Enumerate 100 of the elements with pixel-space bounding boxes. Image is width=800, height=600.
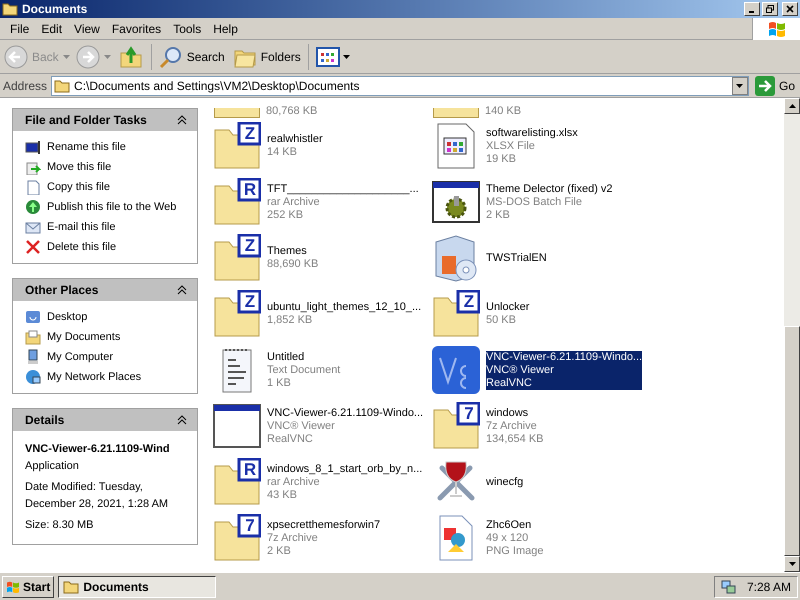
folder-icon-bottom (433, 108, 479, 118)
file-name: windows_8_1_start_orb_by_n... (267, 462, 422, 476)
file-name: TFT____________________... (267, 182, 419, 196)
address-field[interactable]: C:\Documents and Settings\VM2\Desktop\Documents (51, 76, 749, 96)
file-label[interactable]: windows 7z Archive 134,654 KB (486, 406, 544, 446)
panel-title: Details (25, 412, 64, 429)
collapse-icon[interactable] (177, 415, 187, 425)
close-button[interactable] (782, 2, 798, 16)
close-icon (786, 5, 794, 13)
details-size: Size: 8.30 MB (25, 518, 94, 533)
dropdown-arrow-icon (736, 84, 744, 88)
details-modified: Date Modified: Tuesday, December 28, 2021, 1:28 AM (25, 480, 170, 512)
up-folder-icon (118, 44, 143, 68)
panel-title: File and Folder Tasks (25, 112, 147, 129)
file-size[interactable]: 80,768 KB (266, 105, 318, 118)
search-button[interactable]: Search (156, 42, 228, 72)
up-arrow-icon (788, 104, 796, 108)
file-size[interactable]: 140 KB (485, 105, 522, 118)
copy-file-icon (25, 179, 41, 195)
windows-flag-icon (6, 580, 20, 592)
panel-header[interactable]: File and Folder Tasks (13, 109, 197, 131)
folders-button[interactable]: Folders (230, 42, 304, 72)
file-label[interactable]: Themes 88,690 KB (267, 245, 318, 271)
task-link[interactable]: Rename this file (47, 138, 126, 156)
file-info: RealVNC (267, 432, 314, 446)
globe-icon (25, 199, 41, 215)
task-link[interactable]: Copy this file (47, 178, 110, 196)
file-label[interactable]: Zhc6Oen 49 x 120 PNG Image (486, 518, 544, 558)
file-info: 1,852 KB (267, 314, 314, 327)
scrollbar[interactable] (784, 98, 800, 572)
menu-item[interactable]: Favorites (106, 20, 168, 38)
file-label[interactable]: Theme Delector (fixed) v2 MS-DOS Batch File 2 KB (486, 182, 613, 222)
task-link[interactable]: Desktop (47, 308, 88, 326)
file-info: 7z Archive (267, 532, 319, 544)
start-button[interactable]: Start (2, 576, 54, 598)
file-info: 134,654 KB (486, 432, 544, 446)
task-link[interactable]: Publish this file to the Web (47, 198, 176, 216)
task-link[interactable]: My Documents (47, 328, 120, 346)
minimize-button[interactable] (744, 2, 760, 16)
file-label[interactable]: realwhistler 14 KB (267, 133, 323, 159)
dropdown-arrow-icon (104, 54, 111, 58)
file-label[interactable]: TFT____________________... rar Archive 252 KB (267, 182, 419, 222)
file-label[interactable]: softwarelisting.xlsx XLSX File 19 KB (486, 126, 578, 166)
taskbar-button[interactable]: Documents (58, 576, 216, 598)
computer-icon (25, 349, 41, 365)
task-link[interactable]: My Network Places (47, 368, 142, 386)
file-label[interactable]: Untitled Text Document 1 KB (267, 350, 340, 390)
file-name: ubuntu_light_themes_12_10_... (267, 301, 422, 314)
collapse-icon[interactable] (177, 285, 187, 295)
file-label[interactable]: ubuntu_light_themes_12_10_... 1,852 KB (267, 301, 422, 327)
vnc-logo-icon (432, 346, 480, 394)
scroll-down-button[interactable] (784, 556, 800, 572)
file-info: 7z Archive (486, 420, 538, 432)
file-info: rar Archive (267, 196, 321, 208)
task-link[interactable]: E-mail this file (47, 218, 116, 236)
file-label[interactable]: VNC-Viewer-6.21.1109-Windo... VNC® Viewer RealVNC (486, 350, 642, 390)
clock: 7:28 AM (746, 578, 791, 596)
menu-item[interactable]: Edit (35, 20, 68, 38)
file-name: Unlocker (486, 301, 530, 314)
file-label[interactable]: Unlocker 50 KB (486, 301, 530, 327)
delete-icon (25, 239, 41, 255)
file-name: Theme Delector (fixed) v2 (486, 182, 613, 196)
menu-item[interactable]: Tools (167, 20, 208, 38)
restore-button[interactable] (762, 2, 778, 16)
file-label[interactable]: xpsecretthemesforwin7 7z Archive 2 KB (267, 518, 380, 558)
panel-header[interactable]: Details (13, 409, 197, 431)
menu-item[interactable]: Help (207, 20, 244, 38)
file-name: windows (486, 406, 530, 420)
gear-window-icon (432, 178, 480, 226)
folder-icon (54, 78, 70, 92)
file-info: 19 KB (486, 152, 517, 166)
file-info: XLSX File (486, 140, 536, 152)
file-info: MS-DOS Batch File (486, 196, 583, 208)
file-info: VNC® Viewer (267, 420, 336, 432)
task-link[interactable]: My Computer (47, 348, 114, 366)
file-info: 2 KB (267, 544, 292, 558)
file-name[interactable]: TWSTrialEN (486, 252, 547, 264)
dropdown-button[interactable] (732, 76, 748, 94)
file-name[interactable]: winecfg (486, 476, 524, 488)
file-info: PNG Image (486, 544, 544, 558)
scroll-up-button[interactable] (784, 98, 800, 114)
file-info: rar Archive (267, 476, 321, 488)
file-info: 252 KB (267, 208, 304, 222)
file-name: Untitled (267, 350, 306, 364)
rename-icon (25, 139, 41, 155)
file-info: 2 KB (486, 208, 511, 222)
menu-item[interactable]: View (68, 20, 106, 38)
file-info: VNC® Viewer (486, 364, 555, 376)
panel-header[interactable]: Other Places (13, 279, 197, 301)
file-label[interactable]: windows_8_1_start_orb_by_n... rar Archive 43 KB (267, 462, 422, 502)
file-label[interactable]: VNC-Viewer-6.21.1109-Windo... VNC® Viewer RealVNC (267, 406, 424, 446)
collapse-icon[interactable] (177, 115, 187, 125)
network-icon (25, 369, 41, 385)
scroll-thumb[interactable] (784, 326, 800, 556)
task-link[interactable]: Move this file (47, 158, 112, 176)
task-link[interactable]: Delete this file (47, 238, 116, 256)
menu-item[interactable]: File (4, 20, 36, 38)
go-button[interactable]: Go (752, 74, 797, 96)
file-name: realwhistler (267, 133, 323, 146)
file-info: 50 KB (486, 314, 517, 327)
